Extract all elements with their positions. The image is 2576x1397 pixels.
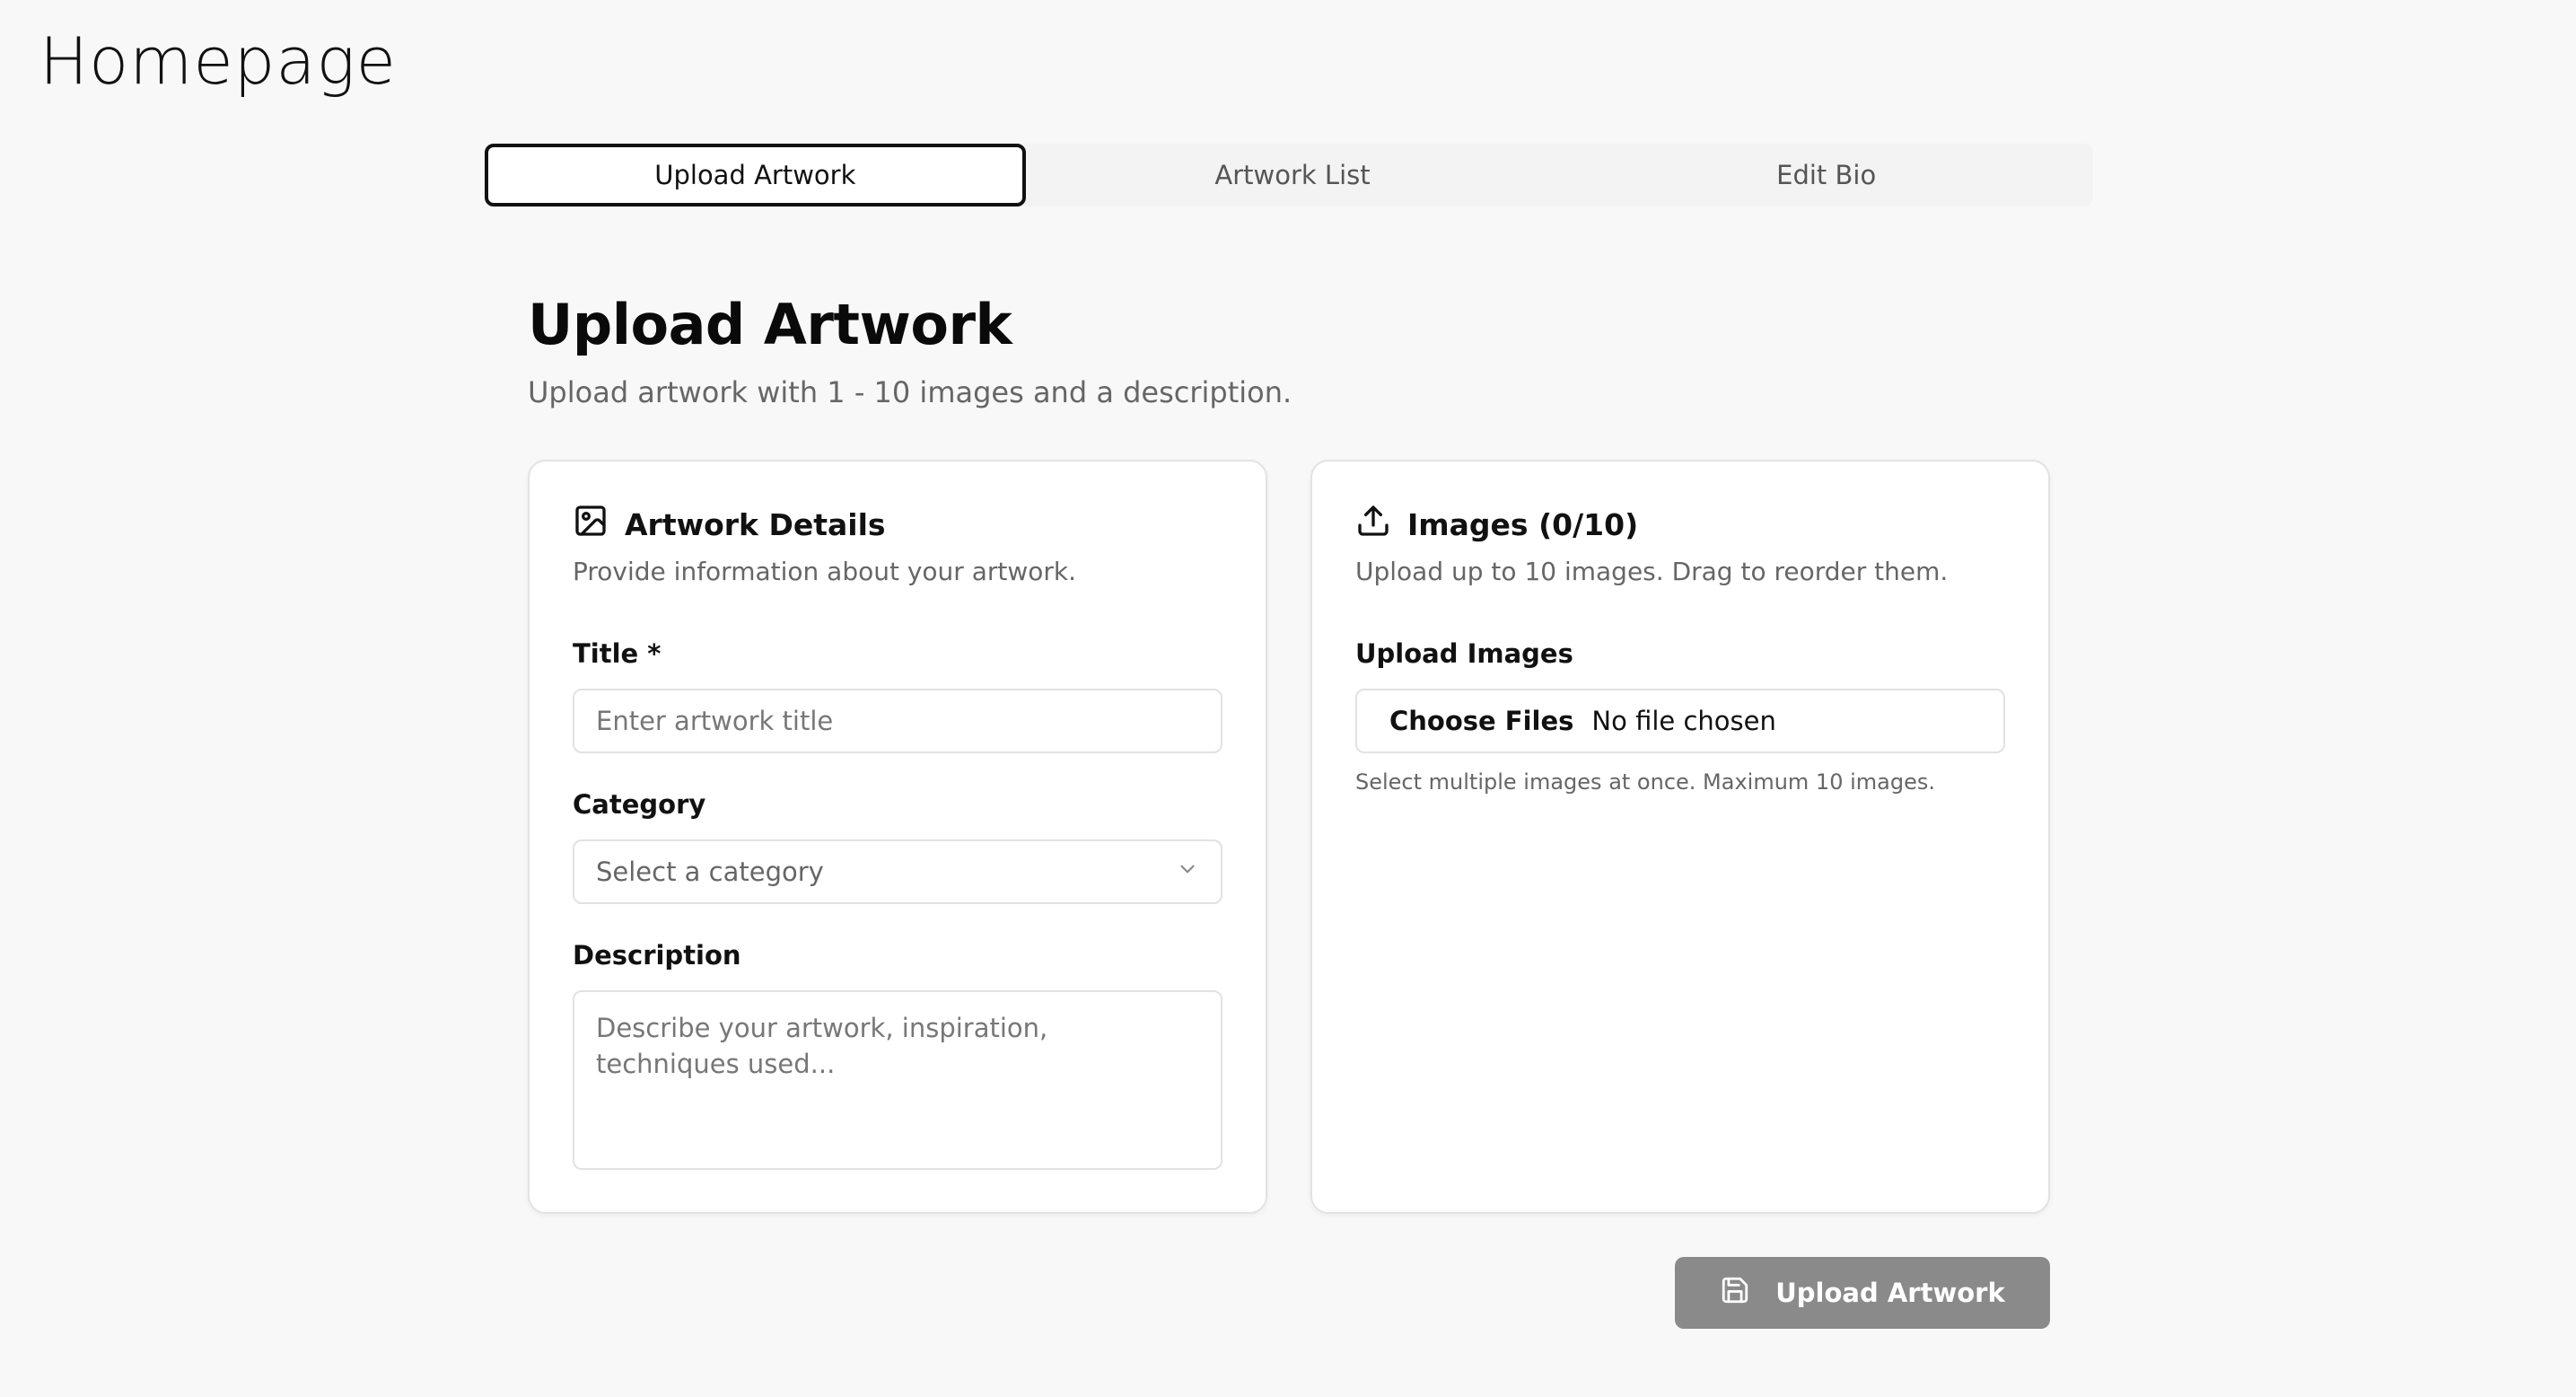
card-title: Images (0/10) <box>1407 506 1639 542</box>
images-card: Images (0/10) Upload up to 10 images. Dr… <box>1310 460 2050 1214</box>
chevron-down-icon <box>1176 857 1199 887</box>
card-description: Provide information about your artwork. <box>573 557 1077 586</box>
description-field-group: Description <box>573 940 1222 1173</box>
tab-edit-bio[interactable]: Edit Bio <box>1559 144 2093 206</box>
upload-images-label: Upload Images <box>1355 638 1573 669</box>
section-subtitle: Upload artwork with 1 - 10 images and a … <box>528 375 1292 409</box>
section-header: Upload Artwork Upload artwork with 1 - 1… <box>528 292 1292 409</box>
file-input[interactable]: Choose Files No file chosen <box>1355 689 2005 753</box>
tab-bar: Upload Artwork Artwork List Edit Bio <box>485 144 2093 206</box>
category-field-group: Category Select a category <box>573 789 1222 904</box>
card-title: Artwork Details <box>625 506 886 542</box>
artwork-details-card: Artwork Details Provide information abou… <box>528 460 1267 1214</box>
image-icon <box>573 503 609 546</box>
save-icon <box>1720 1275 1750 1312</box>
choose-files-button[interactable]: Choose Files <box>1389 706 1573 736</box>
category-select[interactable]: Select a category <box>573 839 1222 904</box>
tab-artwork-list[interactable]: Artwork List <box>1026 144 1560 206</box>
upload-artwork-button[interactable]: Upload Artwork <box>1675 1257 2050 1329</box>
description-textarea[interactable] <box>573 990 1222 1170</box>
tab-upload-artwork[interactable]: Upload Artwork <box>485 144 1026 206</box>
card-title-row: Images (0/10) <box>1355 505 2005 544</box>
category-select-value: Select a category <box>596 857 824 887</box>
card-title-row: Artwork Details <box>573 505 1222 544</box>
title-field-group: Title * <box>573 638 1222 753</box>
page-title: Homepage <box>39 23 397 99</box>
title-input[interactable] <box>573 689 1222 753</box>
section-title: Upload Artwork <box>528 292 1012 357</box>
upload-hint: Select multiple images at once. Maximum … <box>1355 769 1935 795</box>
description-label: Description <box>573 940 741 971</box>
upload-field-group: Upload Images Choose Files No file chose… <box>1355 638 2005 795</box>
category-label: Category <box>573 789 706 820</box>
file-status: No file chosen <box>1591 706 1776 736</box>
upload-icon <box>1355 503 1391 546</box>
upload-artwork-button-label: Upload Artwork <box>1775 1278 2005 1308</box>
title-label: Title * <box>573 638 662 669</box>
card-description: Upload up to 10 images. Drag to reorder … <box>1355 557 1949 586</box>
